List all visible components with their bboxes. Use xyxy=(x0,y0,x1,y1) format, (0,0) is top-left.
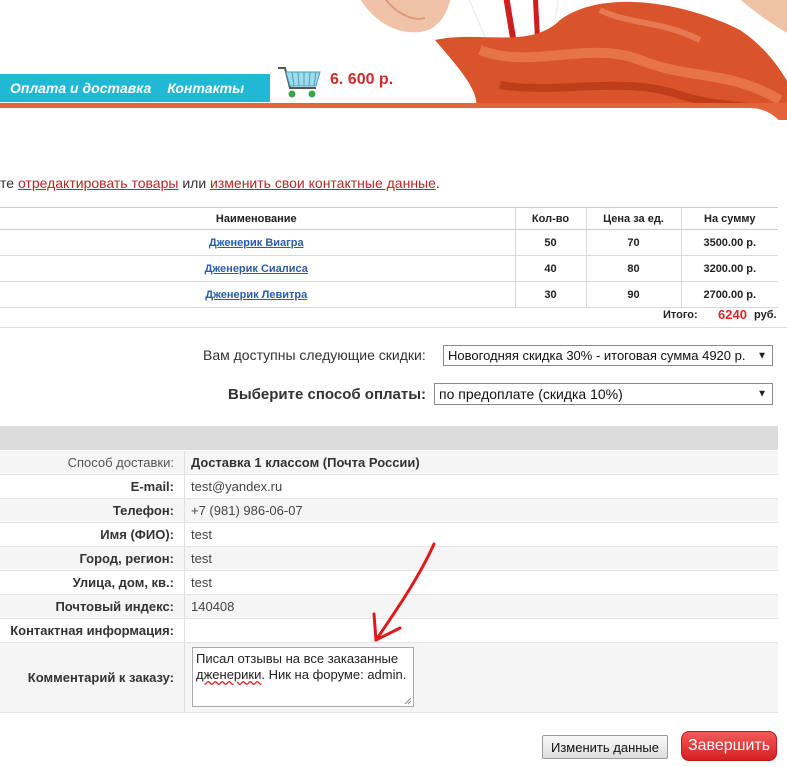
comment-misspelled-word: дженерики xyxy=(196,667,262,682)
detail-value: test xyxy=(191,527,212,542)
detail-value: +7 (981) 986-06-07 xyxy=(191,503,303,518)
table-row: Дженерик Сиалиса 40 80 3200.00 р. xyxy=(0,255,778,282)
shopping-cart-icon[interactable] xyxy=(276,62,324,102)
detail-value: test xyxy=(191,575,212,590)
detail-row-delivery: Способ доставки: Доставка 1 классом (Поч… xyxy=(0,451,778,475)
total-currency: руб. xyxy=(754,309,777,321)
header-qty: Кол-во xyxy=(514,207,586,230)
total-label: Итого: xyxy=(663,309,698,321)
order-items-table: Наименование Кол-во Цена за ед. На сумму… xyxy=(0,207,778,308)
detail-label: Улица, дом, кв.: xyxy=(0,571,185,594)
detail-label: Способ доставки: xyxy=(0,451,185,474)
detail-value: Доставка 1 классом (Почта России) xyxy=(191,455,420,470)
detail-label: Комментарий к заказу: xyxy=(0,643,185,712)
detail-label: E-mail: xyxy=(0,475,185,498)
item-price: 70 xyxy=(585,229,681,256)
nav-contacts[interactable]: Контакты xyxy=(167,80,244,96)
detail-label: Почтовый индекс: xyxy=(0,595,185,618)
annotation-arrow-icon xyxy=(372,542,436,642)
resize-grip-icon[interactable] xyxy=(404,697,412,705)
finish-order-button[interactable]: Завершить xyxy=(681,731,777,761)
section-divider xyxy=(0,327,787,328)
instructions-middle: или xyxy=(178,175,211,191)
detail-label: Город, регион: xyxy=(0,547,185,570)
item-sum: 3500.00 р. xyxy=(680,229,778,256)
order-instructions: те отредактировать товары или изменить с… xyxy=(0,175,440,191)
payment-selected-value: по предоплате (скидка 10%) xyxy=(439,386,623,402)
top-navigation: Оплата и доставка Контакты xyxy=(0,74,270,102)
item-sum: 3200.00 р. xyxy=(680,255,778,282)
edit-items-link[interactable]: отредактировать товары xyxy=(18,175,179,191)
instructions-suffix: . xyxy=(435,175,440,191)
detail-row-email: E-mail: test@yandex.ru xyxy=(0,475,778,499)
discount-selected-value: Новогодняя скидка 30% - итоговая сумма 4… xyxy=(448,348,746,363)
cart-total[interactable]: 6. 600 р. xyxy=(330,71,393,89)
comment-textarea[interactable]: Писал отзывы на все заказанные дженерики… xyxy=(192,647,414,707)
payment-method-label: Выберите способ оплаты: xyxy=(228,386,427,403)
table-row: Дженерик Виагра 50 70 3500.00 р. xyxy=(0,229,778,256)
header-price: Цена за ед. xyxy=(585,207,681,230)
table-header-row: Наименование Кол-во Цена за ед. На сумму xyxy=(0,207,778,230)
comment-text-part: . Ник на форуме: admin. xyxy=(261,667,407,682)
detail-value: test xyxy=(191,551,212,566)
detail-value xyxy=(185,619,778,642)
detail-row-phone: Телефон: +7 (981) 986-06-07 xyxy=(0,499,778,523)
detail-value: 140408 xyxy=(191,599,235,614)
comment-text-part: Писал отзывы на все заказанные xyxy=(196,651,399,666)
item-sum: 2700.00 р. xyxy=(680,281,778,308)
table-row: Дженерик Левитра 30 90 2700.00 р. xyxy=(0,281,778,308)
discount-select[interactable]: Новогодняя скидка 30% - итоговая сумма 4… xyxy=(443,345,773,366)
item-price: 80 xyxy=(585,255,681,282)
product-link[interactable]: Дженерик Виагра xyxy=(209,237,304,249)
dropdown-arrow-icon: ▼ xyxy=(757,350,767,361)
item-qty: 30 xyxy=(514,281,586,308)
dropdown-arrow-icon: ▼ xyxy=(757,388,767,400)
header-sum: На сумму xyxy=(680,207,778,230)
detail-label: Имя (ФИО): xyxy=(0,523,185,546)
item-qty: 40 xyxy=(514,255,586,282)
product-link[interactable]: Дженерик Сиалиса xyxy=(205,263,308,275)
item-price: 90 xyxy=(585,281,681,308)
header-name: Наименование xyxy=(0,207,515,230)
nav-payment-delivery[interactable]: Оплата и доставка xyxy=(10,80,151,96)
edit-data-button[interactable]: Изменить данные xyxy=(542,735,668,759)
total-value: 6240 xyxy=(718,307,747,322)
detail-label: Телефон: xyxy=(0,499,185,522)
edit-contacts-link[interactable]: изменить свои контактные данные xyxy=(210,175,436,191)
detail-value: test@yandex.ru xyxy=(191,479,283,494)
discount-label: Вам доступны следующие скидки: xyxy=(203,347,426,363)
details-section-header xyxy=(0,426,778,450)
item-qty: 50 xyxy=(514,229,586,256)
product-link[interactable]: Дженерик Левитра xyxy=(205,289,307,301)
site-header: Оплата и доставка Контакты 6. 600 р. xyxy=(0,0,787,120)
content-top-curve xyxy=(0,108,787,120)
payment-method-select[interactable]: по предоплате (скидка 10%) ▼ xyxy=(434,383,773,405)
detail-label: Контактная информация: xyxy=(0,619,185,642)
instructions-prefix: те xyxy=(0,175,18,191)
header-banner-image xyxy=(360,0,787,120)
